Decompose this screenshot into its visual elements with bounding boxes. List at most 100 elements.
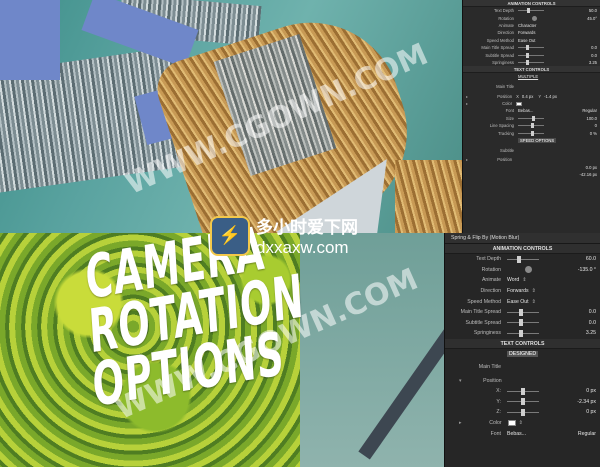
blue-letter-block (0, 0, 60, 80)
subtitle-spread-row[interactable]: Subtitle Spread 0.0 (463, 51, 600, 58)
font-style-select[interactable]: Regular (578, 431, 596, 437)
row-value[interactable]: 50.0 (589, 8, 597, 13)
line-spacing-value[interactable]: 0 (595, 123, 597, 128)
speed-method-select[interactable]: Ease Out (507, 299, 529, 305)
sub-x-value[interactable]: 0.0 px (586, 165, 597, 170)
speed-options-badge[interactable]: SPEED OPTIONS (518, 138, 557, 144)
effect-title: Spring & Flip By (Motion Blur) (445, 233, 600, 244)
x-slider[interactable] (507, 387, 539, 395)
speed-method-select[interactable]: Ease Out (518, 38, 535, 43)
sub-y-value[interactable]: -42.16 px (580, 172, 597, 177)
springiness-row[interactable]: Springiness 3.25 (445, 328, 600, 339)
z-label: Z: (496, 409, 501, 416)
tracking-value[interactable]: 0 % (590, 131, 597, 136)
y-row[interactable]: Y: -2.34 px (445, 397, 600, 408)
row-value[interactable]: 0.0 (589, 320, 596, 326)
color-swatch[interactable] (507, 420, 516, 427)
font-row[interactable]: Font Bebas... Regular (463, 107, 600, 114)
chevron-updown-icon[interactable]: ⇕ (532, 299, 536, 305)
animate-select[interactable]: Character (518, 23, 536, 28)
main-title-row[interactable]: Main Title (463, 81, 600, 93)
main-title-row[interactable]: Main Title (445, 359, 600, 375)
multiple-label: MULTIPLE (518, 74, 539, 80)
direction-select[interactable]: Forwards (518, 30, 535, 35)
chevron-updown-icon[interactable]: ⇕ (522, 277, 526, 283)
main-title-spread-slider[interactable] (518, 45, 544, 51)
row-value[interactable]: 60.0 (586, 256, 596, 262)
text-depth-slider[interactable] (507, 255, 539, 263)
font-select[interactable]: Bebas... (518, 108, 533, 113)
subtitle-row[interactable]: Subtitle (463, 144, 600, 156)
rotation-row[interactable]: Rotation -135.0 ° (445, 265, 600, 276)
springiness-slider[interactable] (518, 59, 544, 65)
animate-row[interactable]: Animate Character (463, 22, 600, 29)
size-row[interactable]: Size 100.0 (463, 115, 600, 122)
font-row[interactable]: Font Bebas... Regular (445, 428, 600, 439)
springiness-row[interactable]: Springiness 3.25 (463, 59, 600, 66)
text-depth-slider[interactable] (518, 8, 544, 14)
line-spacing-slider[interactable] (518, 123, 544, 129)
speed-method-row[interactable]: Speed Method Ease Out ⇕ (445, 296, 600, 307)
rotation-dial-icon[interactable] (532, 15, 537, 21)
row-label: Springiness (473, 330, 501, 337)
animation-controls-header[interactable]: ANIMATION CONTROLS (445, 244, 600, 254)
font-style-select[interactable]: Regular (582, 108, 597, 113)
row-value[interactable]: 0.0 (589, 309, 596, 315)
direction-row[interactable]: Direction Forwards ⇕ (445, 286, 600, 297)
text-controls-header[interactable]: TEXT CONTROLS (445, 338, 600, 349)
speed-method-row[interactable]: Speed Method Ease Out (463, 37, 600, 44)
animate-select[interactable]: Word (507, 277, 519, 283)
springiness-slider[interactable] (507, 329, 539, 337)
chevron-updown-icon[interactable]: ⇕ (519, 420, 523, 426)
sub-x-row[interactable]: 0.0 px (463, 164, 600, 171)
x-value[interactable]: 0 px (586, 388, 596, 394)
rotation-row[interactable]: Rotation 45.0° (463, 14, 600, 21)
animate-row[interactable]: Animate Word ⇕ (445, 275, 600, 286)
subtitle-spread-slider[interactable] (518, 52, 544, 58)
size-value[interactable]: 100.0 (587, 116, 597, 121)
color-label: Color (502, 101, 513, 107)
subtitle-spread-row[interactable]: Subtitle Spread 0.0 (445, 318, 600, 329)
tracking-row[interactable]: Tracking 0 % (463, 129, 600, 136)
y-value[interactable]: -2.34 px (577, 399, 596, 405)
z-value[interactable]: 0 px (586, 409, 596, 415)
speed-options-row[interactable]: SPEED OPTIONS (463, 137, 600, 144)
line-spacing-row[interactable]: Line Spacing 0 (463, 122, 600, 129)
text-depth-row[interactable]: Text Depth 50.0 (463, 7, 600, 14)
text-depth-row[interactable]: Text Depth 60.0 (445, 254, 600, 265)
x-row[interactable]: X: 0 px (445, 386, 600, 397)
color-row[interactable]: ▸ Color (463, 100, 600, 107)
row-value[interactable]: 45.0° (587, 16, 597, 21)
designed-row: DESIGNED (445, 349, 600, 360)
color-row[interactable]: ▸ Color ⇕ (445, 418, 600, 429)
direction-select[interactable]: Forwards (507, 288, 529, 294)
font-select[interactable]: Bebas... (507, 431, 526, 437)
row-value[interactable]: 0.0 (591, 45, 597, 50)
text-controls-header[interactable]: TEXT CONTROLS (463, 66, 600, 74)
row-value[interactable]: 3.25 (586, 330, 596, 336)
rotation-dial-icon[interactable] (525, 266, 532, 274)
row-value[interactable]: -135.0 ° (578, 267, 596, 273)
color-label: Color (489, 420, 502, 427)
direction-row[interactable]: Direction Forwards (463, 29, 600, 36)
animation-controls-header[interactable]: ANIMATION CONTROLS (463, 0, 600, 7)
main-title-spread-row[interactable]: Main Title Spread 0.0 (445, 307, 600, 318)
sub-y-row[interactable]: -42.16 px (463, 171, 600, 178)
y-slider[interactable] (507, 398, 539, 406)
row-value[interactable]: 3.25 (589, 60, 597, 65)
size-slider[interactable] (518, 115, 544, 121)
main-title-spread-slider[interactable] (507, 308, 539, 316)
z-slider[interactable] (507, 408, 539, 416)
chevron-updown-icon[interactable]: ⇕ (532, 288, 536, 294)
row-value[interactable]: 0.0 (591, 53, 597, 58)
color-swatch[interactable] (516, 101, 523, 106)
y-value[interactable]: -1.4 px (544, 94, 557, 99)
main-title-spread-row[interactable]: Main Title Spread 0.0 (463, 44, 600, 51)
position-row[interactable]: ▸ Position X 0.4 px Y -1.4 px (463, 93, 600, 100)
tracking-slider[interactable] (518, 130, 544, 136)
z-row[interactable]: Z: 0 px (445, 407, 600, 418)
position-row[interactable]: ▾ Position (445, 375, 600, 386)
sub-position-row[interactable]: ▸ Position (463, 156, 600, 163)
x-value[interactable]: 0.4 px (522, 94, 533, 99)
subtitle-spread-slider[interactable] (507, 319, 539, 327)
